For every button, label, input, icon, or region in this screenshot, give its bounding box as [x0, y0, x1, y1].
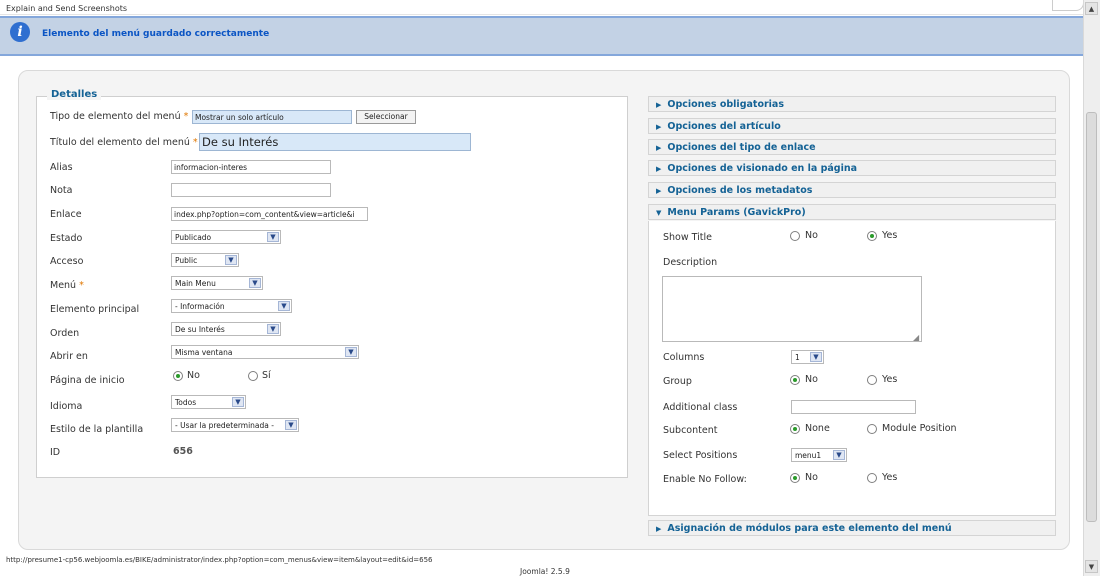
status-url: http://presume1-cp56.webjoomla.es/BIKE/a… — [6, 556, 433, 564]
label-link: Enlace — [50, 209, 82, 220]
language-select[interactable]: Todos ▼ — [171, 395, 246, 409]
label-parent-item: Elemento principal — [50, 304, 140, 315]
pane-metadata-options[interactable]: ▶ Opciones de los metadatos — [648, 182, 1056, 198]
access-select[interactable]: Public ▼ — [171, 253, 239, 267]
chevron-down-icon: ▼ — [345, 347, 357, 357]
system-message-text: Elemento del menú guardado correctamente — [42, 29, 270, 39]
chevron-right-icon: ▶ — [656, 123, 662, 131]
parent-item-select[interactable]: - Información ▼ — [171, 299, 292, 313]
home-no-label: No — [187, 370, 200, 381]
show-title-yes-label: Yes — [882, 230, 898, 241]
label-template-style: Estilo de la plantilla — [50, 424, 144, 435]
show-title-yes-radio[interactable] — [867, 231, 877, 241]
pane-required-options[interactable]: ▶ Opciones obligatorias — [648, 96, 1056, 112]
chevron-down-icon: ▼ — [278, 301, 290, 311]
info-icon: i — [10, 22, 30, 42]
details-legend: Detalles — [47, 89, 102, 100]
chevron-down-icon: ▼ — [285, 420, 297, 430]
subcontent-none-radio[interactable] — [790, 424, 800, 434]
chevron-down-icon: ▼ — [232, 397, 244, 407]
additional-class-input[interactable] — [791, 400, 916, 414]
label-columns: Columns — [663, 352, 705, 363]
chevron-right-icon: ▶ — [656, 101, 662, 109]
label-enable-no-follow: Enable No Follow: — [663, 474, 747, 485]
chevron-down-icon: ▼ — [656, 209, 662, 217]
label-select-positions: Select Positions — [663, 450, 738, 461]
menu-select[interactable]: Main Menu ▼ — [171, 276, 263, 290]
note-input[interactable] — [171, 183, 331, 197]
label-alias: Alias — [50, 162, 73, 173]
pane-article-options[interactable]: ▶ Opciones del artículo — [648, 118, 1056, 134]
home-no-radio[interactable] — [173, 371, 183, 381]
label-description: Description — [663, 257, 718, 268]
label-language: Idioma — [50, 401, 83, 412]
chevron-right-icon: ▶ — [656, 525, 662, 533]
chevron-down-icon: ▼ — [267, 232, 279, 242]
scroll-up-icon[interactable]: ▲ — [1085, 2, 1098, 15]
group-no-label: No — [805, 374, 818, 385]
no-follow-no-radio[interactable] — [790, 473, 800, 483]
label-note: Nota — [50, 185, 73, 196]
order-select[interactable]: De su Interés ▼ — [171, 322, 281, 336]
chevron-down-icon: ▼ — [225, 255, 237, 265]
explain-screenshots-link[interactable]: Explain and Send Screenshots — [6, 4, 127, 13]
label-subcontent: Subcontent — [663, 425, 718, 436]
resize-handle-icon[interactable]: ◢ — [913, 333, 919, 342]
show-title-no-radio[interactable] — [790, 231, 800, 241]
select-button[interactable]: Seleccionar — [356, 110, 416, 124]
pane-page-display-options[interactable]: ▶ Opciones de visionado en la página — [648, 160, 1056, 176]
link-input[interactable]: index.php?option=com_content&view=articl… — [171, 207, 368, 221]
label-menu-item-type: Tipo de elemento del menú * — [50, 111, 189, 122]
show-title-no-label: No — [805, 230, 818, 241]
scroll-down-icon[interactable]: ▼ — [1085, 560, 1098, 573]
chevron-down-icon: ▼ — [833, 450, 845, 460]
subcontent-none-label: None — [805, 423, 830, 434]
menu-item-type-field[interactable]: Mostrar un solo artículo — [192, 110, 352, 124]
select-positions-select[interactable]: menu1 ▼ — [791, 448, 847, 462]
group-yes-label: Yes — [882, 374, 898, 385]
columns-select[interactable]: 1 ▼ — [791, 350, 824, 364]
label-order: Orden — [50, 328, 80, 339]
subcontent-module-label: Module Position — [882, 423, 957, 434]
description-textarea[interactable] — [662, 276, 922, 342]
chevron-right-icon: ▶ — [656, 187, 662, 195]
chevron-down-icon: ▼ — [810, 352, 822, 362]
top-bar-corner — [1052, 0, 1084, 11]
no-follow-yes-label: Yes — [882, 472, 898, 483]
scrollbar-thumb[interactable] — [1086, 112, 1097, 522]
top-bar — [0, 0, 1083, 15]
label-show-title: Show Title — [663, 232, 713, 243]
label-access: Acceso — [50, 256, 84, 267]
group-yes-radio[interactable] — [867, 375, 877, 385]
chevron-down-icon: ▼ — [249, 278, 261, 288]
chevron-right-icon: ▶ — [656, 144, 662, 152]
details-fieldset — [36, 96, 628, 478]
label-menu: Menú * — [50, 280, 84, 291]
alias-input[interactable]: informacion-interes — [171, 160, 331, 174]
subcontent-module-radio[interactable] — [867, 424, 877, 434]
open-in-select[interactable]: Misma ventana ▼ — [171, 345, 359, 359]
label-home-page: Página de inicio — [50, 375, 125, 386]
chevron-down-icon: ▼ — [267, 324, 279, 334]
template-style-select[interactable]: - Usar la predeterminada - ▼ — [171, 418, 299, 432]
id-value: 656 — [173, 446, 193, 457]
home-yes-label: Sí — [262, 370, 271, 381]
pane-link-type-options[interactable]: ▶ Opciones del tipo de enlace — [648, 139, 1056, 155]
label-group: Group — [663, 376, 692, 387]
pane-module-assignment[interactable]: ▶ Asignación de módulos para este element… — [648, 520, 1056, 536]
label-additional-class: Additional class — [663, 402, 738, 413]
label-status: Estado — [50, 233, 83, 244]
pane-gavick-menu-params[interactable]: ▼ Menu Params (GavickPro) — [648, 204, 1056, 220]
label-id: ID — [50, 447, 61, 458]
no-follow-yes-radio[interactable] — [867, 473, 877, 483]
status-select[interactable]: Publicado ▼ — [171, 230, 281, 244]
label-menu-item-title: Título del elemento del menú * — [50, 137, 198, 148]
no-follow-no-label: No — [805, 472, 818, 483]
chevron-right-icon: ▶ — [656, 165, 662, 173]
home-yes-radio[interactable] — [248, 371, 258, 381]
label-open-in: Abrir en — [50, 351, 88, 362]
menu-item-title-input[interactable]: De su Interés — [199, 133, 471, 151]
group-no-radio[interactable] — [790, 375, 800, 385]
footer-version: Joomla! 2.5.9 — [520, 567, 570, 576]
